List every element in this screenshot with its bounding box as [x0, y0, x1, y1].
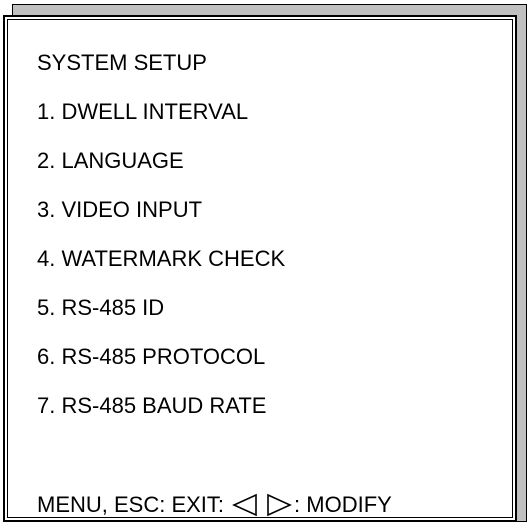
- right-triangle-arrow-icon: [266, 493, 292, 517]
- menu-item-video-input[interactable]: 3. VIDEO INPUT: [37, 197, 202, 223]
- system-setup-menu: SYSTEM SETUP 1. DWELL INTERVAL 2. LANGUA…: [3, 15, 517, 522]
- exit-hint-label: MENU, ESC: EXIT:: [37, 492, 225, 517]
- menu-item-rs485-baud-rate[interactable]: 7. RS-485 BAUD RATE: [37, 393, 266, 419]
- menu-title: SYSTEM SETUP: [37, 50, 207, 75]
- modify-hint-label: : MODIFY: [294, 492, 392, 517]
- menu-footer-hint: MENU, ESC: EXIT: : MODIFY: [37, 492, 392, 518]
- menu-item-rs485-id[interactable]: 5. RS-485 ID: [37, 295, 164, 321]
- menu-item-language[interactable]: 2. LANGUAGE: [37, 148, 184, 174]
- menu-item-dwell-interval[interactable]: 1. DWELL INTERVAL: [37, 99, 248, 125]
- left-triangle-arrow-icon: [232, 493, 258, 517]
- menu-item-rs485-protocol[interactable]: 6. RS-485 PROTOCOL: [37, 344, 265, 370]
- menu-item-watermark-check[interactable]: 4. WATERMARK CHECK: [37, 246, 285, 272]
